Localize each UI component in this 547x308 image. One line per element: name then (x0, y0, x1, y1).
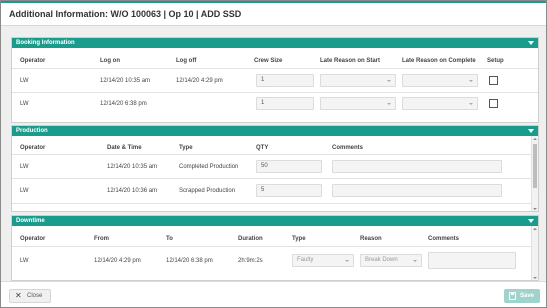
booking-information-title: Booking Information (16, 40, 75, 46)
col-duration: Duration (238, 236, 263, 242)
close-button[interactable]: ✕ Close (9, 289, 51, 303)
dialog-body: Booking Information Operator Log on Log … (1, 26, 546, 281)
booking-log-on: 12/14/20 10:35 am (100, 78, 151, 84)
production-datetime: 12/14/20 10:36 am (107, 188, 158, 194)
col-operator: Operator (20, 145, 46, 151)
comments-input[interactable] (332, 160, 502, 173)
downtime-to: 12/14/20 6:38 pm (166, 258, 213, 264)
header-divider (12, 246, 532, 247)
chevron-down-icon (413, 260, 417, 262)
downtime-reason-select[interactable]: Break Down (360, 254, 422, 267)
chevron-down-icon (345, 260, 349, 262)
production-scrollbar[interactable] (531, 136, 538, 211)
row-divider (12, 178, 532, 179)
save-label: Save (520, 293, 535, 299)
scroll-down-icon[interactable] (533, 208, 537, 210)
qty-input[interactable]: 5 (256, 184, 322, 197)
header-divider (12, 68, 538, 69)
crew-size-input[interactable]: 1 (256, 74, 314, 87)
collapse-caret-icon[interactable] (528, 41, 534, 45)
collapse-caret-icon[interactable] (528, 219, 534, 223)
save-icon (509, 292, 516, 300)
production-operator: LW (20, 188, 29, 194)
col-reason: Reason (360, 236, 382, 242)
col-crew-size: Crew Size (254, 58, 283, 64)
production-header[interactable]: Production (12, 126, 538, 136)
col-late-reason-start: Late Reason on Start (320, 58, 381, 64)
booking-operator: LW (20, 101, 29, 107)
booking-log-off: 12/14/20 4:29 pm (176, 78, 223, 84)
col-type: Type (292, 236, 306, 242)
booking-information-header[interactable]: Booking Information (12, 38, 538, 48)
booking-log-on: 12/14/20 6:38 pm (100, 101, 147, 107)
downtime-panel: Downtime Operator From To Duration Type … (11, 215, 539, 281)
late-reason-complete-select[interactable] (402, 74, 478, 87)
booking-information-panel: Booking Information Operator Log on Log … (11, 37, 539, 123)
crew-size-input[interactable]: 1 (256, 97, 314, 110)
dialog-footer: ✕ Close Save (1, 281, 546, 307)
setup-checkbox[interactable] (489, 99, 498, 108)
col-log-on: Log on (100, 58, 120, 64)
downtime-title: Downtime (16, 218, 45, 224)
accent-bar (1, 1, 546, 3)
chevron-down-icon (469, 103, 473, 105)
col-comments: Comments (428, 236, 460, 242)
col-setup: Setup (487, 58, 504, 64)
scrollbar-thumb[interactable] (533, 144, 537, 188)
scroll-down-icon[interactable] (533, 277, 537, 279)
dialog-title: Additional Information: W/O 100063 | Op … (9, 9, 242, 19)
setup-checkbox[interactable] (489, 76, 498, 85)
save-button[interactable]: Save (504, 289, 540, 303)
downtime-from: 12/14/20 4:29 pm (94, 258, 141, 264)
col-date-time: Date & Time (107, 145, 142, 151)
col-late-reason-complete: Late Reason on Complete (402, 58, 476, 64)
production-panel: Production Operator Date & Time Type QTY… (11, 125, 539, 212)
late-reason-start-select[interactable] (320, 97, 396, 110)
production-operator: LW (20, 164, 29, 170)
comments-input[interactable] (332, 184, 502, 197)
row-divider (12, 203, 532, 204)
additional-information-dialog: Additional Information: W/O 100063 | Op … (0, 0, 547, 308)
col-operator: Operator (20, 236, 46, 242)
col-to: To (166, 236, 173, 242)
downtime-type-select[interactable]: Faulty (292, 254, 354, 267)
late-reason-start-select[interactable] (320, 74, 396, 87)
scroll-up-icon[interactable] (533, 138, 537, 140)
col-qty: QTY (256, 145, 269, 151)
col-comments: Comments (332, 145, 364, 151)
late-reason-complete-select[interactable] (402, 97, 478, 110)
col-operator: Operator (20, 58, 46, 64)
header-divider (12, 154, 532, 155)
col-log-off: Log off (176, 58, 197, 64)
booking-operator: LW (20, 78, 29, 84)
row-divider (12, 92, 538, 93)
production-type: Scrapped Production (179, 188, 236, 194)
scroll-up-icon[interactable] (533, 228, 537, 230)
close-icon: ✕ (15, 291, 22, 300)
collapse-caret-icon[interactable] (528, 129, 534, 133)
production-datetime: 12/14/20 10:35 am (107, 164, 158, 170)
col-from: From (94, 236, 109, 242)
chevron-down-icon (469, 80, 473, 82)
downtime-header[interactable]: Downtime (12, 216, 538, 226)
production-type: Completed Production (179, 164, 239, 170)
downtime-scrollbar[interactable] (531, 226, 538, 280)
col-type: Type (179, 145, 193, 151)
downtime-operator: LW (20, 258, 29, 264)
downtime-duration: 2h:9m:2s (238, 258, 263, 264)
close-label: Close (27, 293, 43, 299)
qty-input[interactable]: 50 (256, 160, 322, 173)
chevron-down-icon (387, 80, 391, 82)
chevron-down-icon (387, 103, 391, 105)
downtime-comments-input[interactable] (428, 252, 516, 269)
production-title: Production (16, 128, 48, 134)
